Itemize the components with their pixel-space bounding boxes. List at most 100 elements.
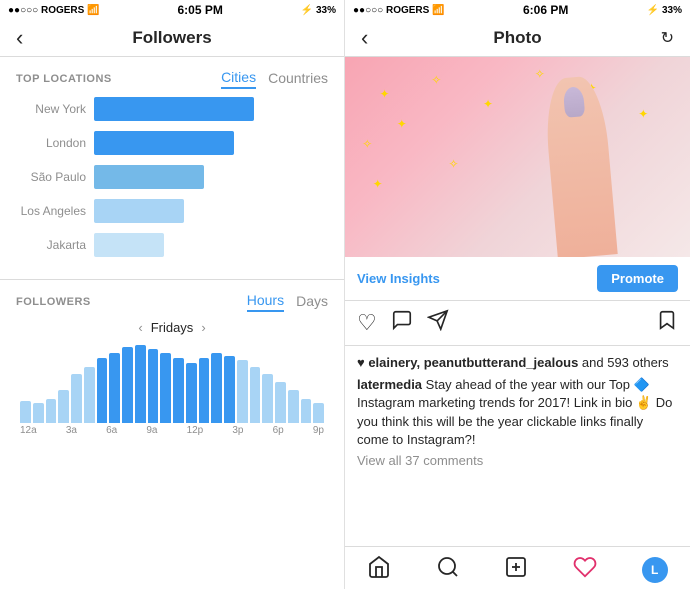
- comment-button[interactable]: [391, 309, 413, 337]
- left-carrier: ●●○○○ ROGERS 📶: [8, 5, 100, 16]
- left-status-bar: ●●○○○ ROGERS 📶 6:05 PM ⚡ 33%: [0, 0, 344, 20]
- day-navigator: ‹ Fridays ›: [16, 320, 328, 335]
- prev-day-button[interactable]: ‹: [138, 320, 142, 335]
- bar-row-newyork: New York: [16, 97, 328, 121]
- bar-row-jakarta: Jakarta: [16, 233, 328, 257]
- hourly-bar-6: [97, 358, 108, 423]
- bar-fill-london: [94, 131, 234, 155]
- bar-fill-jakarta: [94, 233, 164, 257]
- search-tab[interactable]: [436, 555, 460, 585]
- left-back-button[interactable]: ‹: [16, 25, 23, 51]
- hourly-bar-14: [199, 358, 210, 423]
- hourly-bar-18: [250, 367, 261, 423]
- post-username: latermedia: [357, 377, 422, 392]
- top-locations-header: TOP LOCATIONS Cities Countries: [0, 57, 344, 97]
- star-1: ✦: [380, 87, 390, 101]
- view-comments-link[interactable]: View all 37 comments: [357, 453, 678, 468]
- bar-label-losangeles: Los Angeles: [16, 204, 86, 218]
- action-icons-left: ♡: [357, 309, 449, 337]
- time-label-12p: 12p: [187, 425, 204, 436]
- hourly-bar-12: [173, 358, 184, 423]
- right-status-bar: ●●○○○ ROGERS 📶 6:06 PM ⚡ 33%: [345, 0, 690, 20]
- view-insights-button[interactable]: View Insights: [357, 271, 440, 286]
- followers-header: FOLLOWERS Hours Days: [16, 292, 328, 312]
- profile-tab[interactable]: L: [642, 557, 668, 583]
- bar-fill-losangeles: [94, 199, 184, 223]
- followers-section-title: FOLLOWERS: [16, 296, 91, 308]
- right-battery: 33%: [662, 5, 682, 16]
- hourly-bar-11: [160, 353, 171, 423]
- left-bt-icon: ⚡: [301, 5, 313, 16]
- promote-button[interactable]: Promote: [597, 265, 678, 292]
- right-carrier: ●●○○○ ROGERS 📶: [353, 5, 445, 16]
- hourly-bar-9: [135, 345, 146, 423]
- hourly-bar-chart: [16, 343, 328, 423]
- left-time: 6:05 PM: [177, 3, 222, 17]
- left-status-right: ⚡ 33%: [301, 5, 336, 16]
- bar-fill-newyork: [94, 97, 254, 121]
- add-tab[interactable]: [504, 555, 528, 585]
- top-locations-title: TOP LOCATIONS: [16, 73, 112, 85]
- likes-line: ♥ elainery, peanutbutterand_jealous and …: [357, 354, 678, 372]
- refresh-button[interactable]: ↻: [661, 28, 674, 48]
- bar-row-saopaulo: São Paulo: [16, 165, 328, 189]
- like-button[interactable]: ♡: [357, 310, 377, 336]
- share-button[interactable]: [427, 309, 449, 337]
- caption-line: latermedia Stay ahead of the year with o…: [357, 376, 678, 449]
- tab-days[interactable]: Days: [296, 293, 328, 311]
- star-5: ✦: [397, 117, 407, 131]
- hourly-bar-8: [122, 347, 133, 423]
- current-day-label: Fridays: [151, 320, 194, 335]
- time-label-6a: 6a: [106, 425, 117, 436]
- hourly-bar-17: [237, 360, 248, 423]
- hourly-bar-13: [186, 363, 197, 423]
- time-label-12a: 12a: [20, 425, 37, 436]
- bottom-nav: L: [345, 546, 690, 589]
- bar-label-saopaulo: São Paulo: [16, 170, 86, 184]
- star-9: ✧: [449, 157, 459, 171]
- right-bt-icon: ⚡: [647, 5, 659, 16]
- tab-cities[interactable]: Cities: [221, 69, 256, 89]
- left-battery: 33%: [316, 5, 336, 16]
- left-panel: ●●○○○ ROGERS 📶 6:05 PM ⚡ 33% ‹ Followers…: [0, 0, 345, 589]
- time-label-3a: 3a: [66, 425, 77, 436]
- heart-tab[interactable]: [573, 555, 597, 585]
- left-page-title: Followers: [132, 28, 211, 48]
- right-status-right: ⚡ 33%: [647, 5, 682, 16]
- avatar-letter: L: [651, 563, 658, 577]
- right-time: 6:06 PM: [523, 3, 568, 17]
- hourly-bar-1: [33, 403, 44, 423]
- bar-label-newyork: New York: [16, 102, 86, 116]
- right-page-title: Photo: [493, 28, 541, 48]
- hourly-bar-16: [224, 356, 235, 423]
- star-3: ✦: [483, 97, 493, 111]
- time-labels: 12a 3a 6a 9a 12p 3p 6p 9p: [16, 423, 328, 436]
- bookmark-button[interactable]: [656, 309, 678, 337]
- time-label-9a: 9a: [146, 425, 157, 436]
- hourly-bar-3: [58, 390, 69, 423]
- right-nav-header: ‹ Photo ↻: [345, 20, 690, 57]
- right-back-button[interactable]: ‹: [361, 25, 368, 51]
- star-4: ✧: [535, 67, 545, 81]
- bar-row-losangeles: Los Angeles: [16, 199, 328, 223]
- tab-hours[interactable]: Hours: [247, 292, 284, 312]
- hourly-bar-10: [148, 349, 159, 423]
- tab-countries[interactable]: Countries: [268, 70, 328, 88]
- next-day-button[interactable]: ›: [201, 320, 205, 335]
- time-label-9p: 9p: [313, 425, 324, 436]
- right-wifi-icon: 📶: [432, 5, 444, 16]
- photo-overlay: ✦ ✧ ✦ ✧ ✦ ✦ ✧ ✦ ✧ ✦ ✦: [345, 57, 690, 257]
- home-tab[interactable]: [367, 555, 391, 585]
- hourly-bar-19: [262, 374, 273, 423]
- hourly-bar-23: [313, 403, 324, 423]
- bar-label-jakarta: Jakarta: [16, 238, 86, 252]
- hourly-bar-4: [71, 374, 82, 423]
- left-nav-header: ‹ Followers: [0, 20, 344, 57]
- star-8: ✦: [638, 107, 648, 121]
- time-label-3p: 3p: [232, 425, 243, 436]
- left-wifi-icon: 📶: [87, 5, 99, 16]
- followers-tabs: Hours Days: [247, 292, 328, 312]
- photo-container: ✦ ✧ ✦ ✧ ✦ ✦ ✧ ✦ ✧ ✦ ✦: [345, 57, 690, 257]
- right-panel: ●●○○○ ROGERS 📶 6:06 PM ⚡ 33% ‹ Photo ↻ ✦…: [345, 0, 690, 589]
- time-label-6p: 6p: [273, 425, 284, 436]
